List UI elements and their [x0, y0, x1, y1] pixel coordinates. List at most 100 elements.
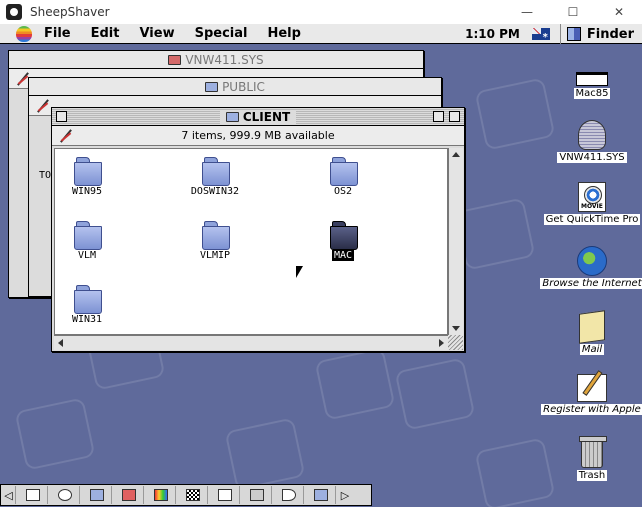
- strip-collapse-tab[interactable]: ◁: [2, 486, 16, 504]
- desktop-icon-trash[interactable]: Trash: [537, 436, 642, 481]
- mouse-cursor-icon: [296, 266, 303, 278]
- system-file-icon: [578, 120, 606, 150]
- mail-icon: [579, 310, 605, 344]
- desktop-icon-vnw411[interactable]: VNW411.SYS: [537, 120, 642, 163]
- desktop-icon-mac85[interactable]: Mac85: [537, 72, 642, 99]
- menubar: File Edit View Special Help 1:10 PM Find…: [0, 24, 642, 44]
- folder-item[interactable]: DOSWIN32: [175, 157, 255, 197]
- folder-item[interactable]: WIN31: [47, 285, 127, 325]
- window-content[interactable]: WIN95 DOSWIN32 OS2 VLM VLMIP MAC WIN31: [54, 148, 448, 335]
- window-title: PUBLIC: [222, 79, 265, 94]
- vertical-scrollbar[interactable]: [448, 148, 463, 335]
- folder-icon: [205, 81, 219, 92]
- application-menu[interactable]: Finder: [559, 24, 642, 44]
- window-info-text: 7 items, 999.9 MB available: [181, 129, 335, 142]
- resize-handle[interactable]: [448, 335, 463, 350]
- window-title: VNW411.SYS: [185, 52, 264, 67]
- quicktime-icon: [578, 182, 606, 212]
- monitor-icon[interactable]: [18, 486, 48, 504]
- hard-disk-icon: [576, 72, 608, 86]
- host-window-controls: — ☐ ✕: [504, 0, 642, 24]
- desktop-icon-label: Mail: [579, 344, 605, 355]
- collapse-box[interactable]: [449, 111, 460, 122]
- folder-item-selected[interactable]: MAC: [303, 221, 383, 261]
- desktop-icon-label: Register with Apple: [541, 404, 642, 415]
- desktop-icon-label: Trash: [576, 470, 608, 481]
- scroll-down-arrow-icon[interactable]: [452, 326, 460, 331]
- file-sharing-icon[interactable]: [82, 486, 112, 504]
- globe-icon: [577, 246, 607, 276]
- desktop-icon-label: Browse the Internet: [540, 278, 642, 289]
- folder-label: OS2: [333, 186, 353, 197]
- trash-icon: [579, 436, 607, 468]
- folder-label: DOSWIN32: [190, 186, 240, 197]
- menu-view[interactable]: View: [139, 26, 174, 41]
- close-box[interactable]: [56, 111, 67, 122]
- folder-icon: [74, 285, 102, 314]
- folder-icon: [225, 111, 239, 122]
- menu-edit[interactable]: Edit: [91, 26, 120, 41]
- folder-icon: [330, 221, 358, 250]
- folder-label: VLM: [77, 250, 97, 261]
- menu-help[interactable]: Help: [267, 26, 300, 41]
- window-titlebar[interactable]: PUBLIC: [29, 78, 441, 96]
- desktop-icon-register[interactable]: Register with Apple: [537, 374, 642, 415]
- window-client[interactable]: CLIENT 7 items, 999.9 MB available WIN95…: [51, 107, 465, 352]
- horizontal-scrollbar[interactable]: [54, 335, 448, 350]
- server-volume-icon: [168, 54, 182, 65]
- menu-file[interactable]: File: [44, 26, 71, 41]
- scroll-up-arrow-icon[interactable]: [452, 152, 460, 157]
- folder-item[interactable]: OS2: [303, 157, 383, 197]
- desktop-pattern: [454, 197, 536, 271]
- sheep-icon: [6, 4, 22, 20]
- pencil-icon: [35, 98, 51, 114]
- folder-icon: [74, 221, 102, 250]
- minimize-button[interactable]: —: [504, 0, 550, 24]
- scroll-right-arrow-icon[interactable]: [439, 339, 444, 347]
- window-titlebar[interactable]: VNW411.SYS: [9, 51, 423, 69]
- folder-icon: [202, 221, 230, 250]
- desktop-icon-mail[interactable]: Mail: [537, 310, 642, 355]
- desktop-icon-quicktime[interactable]: Get QuickTime Pro: [537, 182, 642, 225]
- folder-label: MAC: [331, 250, 355, 261]
- folder-item[interactable]: VLM: [47, 221, 127, 261]
- desktop-icon-label: Mac85: [573, 88, 611, 99]
- register-icon: [577, 374, 607, 402]
- folder-item[interactable]: VLMIP: [175, 221, 255, 261]
- close-button[interactable]: ✕: [596, 0, 642, 24]
- mac-desktop[interactable]: File Edit View Special Help 1:10 PM Find…: [0, 24, 642, 507]
- scroll-left-arrow-icon[interactable]: [58, 339, 63, 347]
- desktop-icon-label: Get QuickTime Pro: [543, 214, 641, 225]
- printer-icon[interactable]: [210, 486, 240, 504]
- desktop-pattern: [394, 357, 476, 431]
- sound-icon[interactable]: [242, 486, 272, 504]
- folder-icon: [202, 157, 230, 186]
- desktop-pattern: [14, 397, 96, 471]
- active-app-label: Finder: [586, 26, 634, 42]
- folder-item[interactable]: WIN95: [47, 157, 127, 197]
- apple-menu-icon[interactable]: [16, 25, 32, 42]
- remote-icon[interactable]: [306, 486, 336, 504]
- window-info-bar: 7 items, 999.9 MB available: [52, 126, 464, 146]
- control-strip[interactable]: ◁ ▷: [0, 484, 372, 506]
- cd-icon[interactable]: [50, 486, 80, 504]
- menu-special[interactable]: Special: [195, 26, 248, 41]
- colors-icon[interactable]: [146, 486, 176, 504]
- folder-icon: [74, 157, 102, 186]
- folder-label: WIN31: [71, 314, 103, 325]
- australia-flag-icon[interactable]: [531, 28, 550, 43]
- maximize-button[interactable]: ☐: [550, 0, 596, 24]
- desktop-icon-browse-internet[interactable]: Browse the Internet: [537, 246, 642, 289]
- appletalk-icon[interactable]: [114, 486, 144, 504]
- menubar-clock[interactable]: 1:10 PM: [465, 27, 520, 41]
- host-titlebar: SheepShaver — ☐ ✕: [0, 0, 642, 24]
- window-titlebar[interactable]: CLIENT: [52, 108, 464, 126]
- window-title: CLIENT: [242, 109, 291, 124]
- pencil-icon: [58, 128, 74, 144]
- zoom-box[interactable]: [433, 111, 444, 122]
- folder-label: VLMIP: [199, 250, 231, 261]
- resolution-icon[interactable]: [178, 486, 208, 504]
- finder-icon: [566, 27, 581, 41]
- strip-expand-tab[interactable]: ▷: [338, 486, 352, 504]
- speaker-icon[interactable]: [274, 486, 304, 504]
